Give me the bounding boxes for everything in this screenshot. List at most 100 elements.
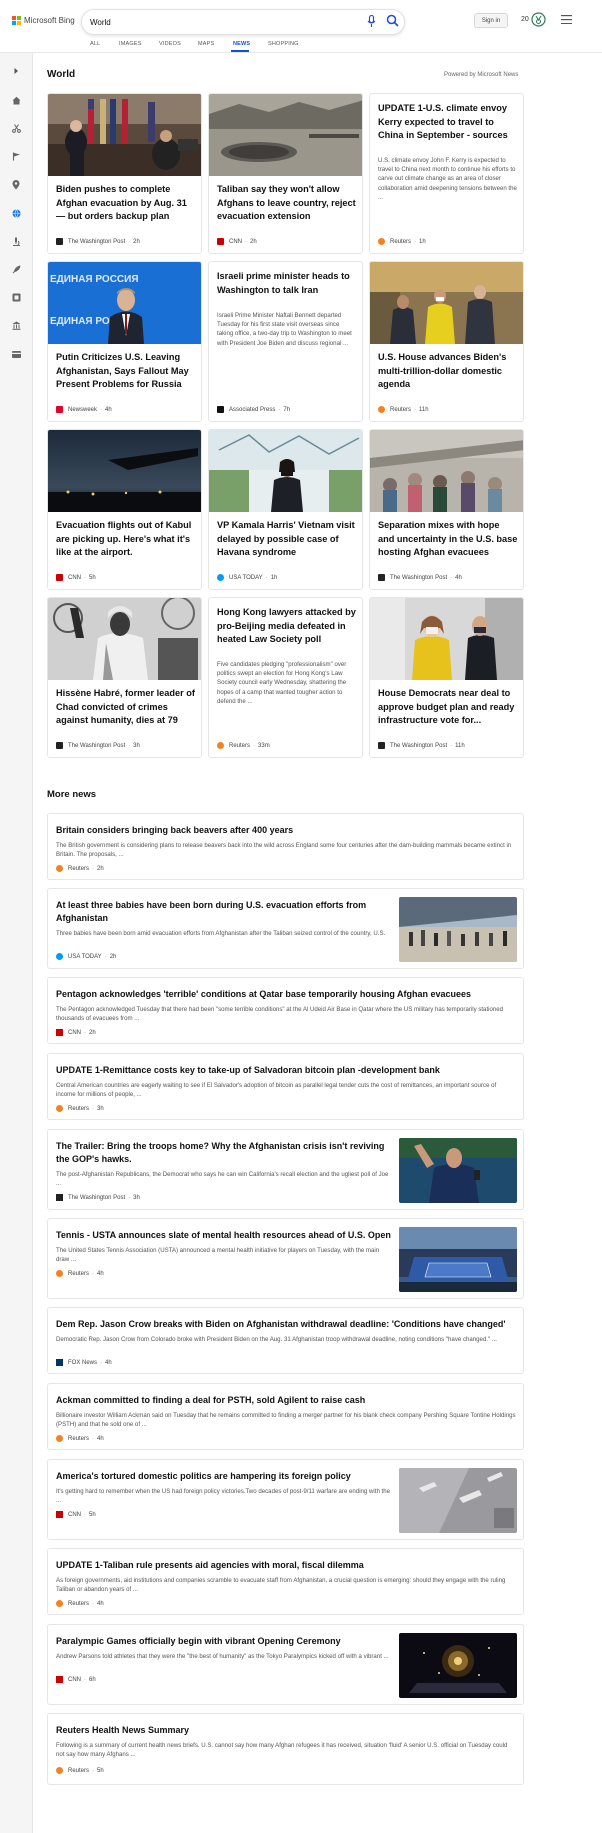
news-thumbnail[interactable] bbox=[399, 1468, 517, 1533]
news-title[interactable]: The Trailer: Bring the troops home? Why … bbox=[56, 1140, 391, 1166]
news-thumbnail[interactable] bbox=[399, 1633, 517, 1698]
news-list-item[interactable]: Tennis - USTA announces slate of mental … bbox=[47, 1218, 524, 1299]
news-source[interactable]: Reuters · 11h bbox=[378, 406, 429, 413]
news-title[interactable]: At least three babies have been born dur… bbox=[56, 899, 391, 925]
tab-maps[interactable]: MAPS bbox=[198, 41, 214, 47]
tab-shopping[interactable]: SHOPPING bbox=[268, 41, 299, 47]
news-title[interactable]: Ackman committed to finding a deal for P… bbox=[56, 1394, 516, 1407]
news-source[interactable]: CNN · 2h bbox=[56, 1029, 96, 1036]
news-title[interactable]: UPDATE 1-Taliban rule presents aid agenc… bbox=[56, 1559, 516, 1572]
search-icon[interactable] bbox=[386, 14, 399, 27]
news-card[interactable]: ЕДИНАЯ РОССИЯ ЕДИНАЯ РОССИЯ Putin Critic… bbox=[47, 261, 202, 422]
chevron-right-icon[interactable] bbox=[10, 65, 22, 77]
location-pin-icon[interactable] bbox=[10, 179, 22, 191]
news-source[interactable]: Associated Press · 7h bbox=[217, 406, 290, 413]
news-list-item[interactable]: UPDATE 1-Remittance costs key to take-up… bbox=[47, 1053, 524, 1120]
news-source[interactable]: The Washington Post · 4h bbox=[378, 574, 462, 581]
search-box[interactable] bbox=[81, 9, 405, 35]
news-source[interactable]: Reuters · 2h bbox=[56, 865, 104, 872]
news-source[interactable]: The Washington Post · 11h bbox=[378, 742, 465, 749]
news-title[interactable]: Biden pushes to complete Afghan evacuati… bbox=[56, 183, 196, 224]
tab-all[interactable]: ALL bbox=[90, 41, 100, 47]
news-card[interactable]: Separation mixes with hope and uncertain… bbox=[369, 429, 524, 590]
news-title[interactable]: Separation mixes with hope and uncertain… bbox=[378, 519, 518, 560]
home-icon[interactable] bbox=[10, 94, 22, 106]
news-source[interactable]: Reuters · 1h bbox=[378, 238, 426, 245]
bing-logo[interactable]: Microsoft Bing bbox=[12, 16, 75, 25]
news-title[interactable]: Reuters Health News Summary bbox=[56, 1724, 516, 1737]
news-source[interactable]: Reuters · 4h bbox=[56, 1435, 104, 1442]
bank-icon[interactable] bbox=[10, 319, 22, 331]
news-source[interactable]: USA TODAY · 2h bbox=[56, 953, 116, 960]
tab-images[interactable]: IMAGES bbox=[119, 41, 142, 47]
news-card[interactable]: Hong Kong lawyers attacked by pro-Beijin… bbox=[208, 597, 363, 758]
news-source[interactable]: Reuters · 3h bbox=[56, 1105, 104, 1112]
news-card[interactable]: Evacuation flights out of Kabul are pick… bbox=[47, 429, 202, 590]
news-list-item[interactable]: Pentagon acknowledges 'terrible' conditi… bbox=[47, 977, 524, 1044]
news-card[interactable]: VP Kamala Harris' Vietnam visit delayed … bbox=[208, 429, 363, 590]
microscope-icon[interactable] bbox=[10, 235, 22, 247]
microphone-icon[interactable] bbox=[367, 15, 376, 28]
news-list-item[interactable]: Dem Rep. Jason Crow breaks with Biden on… bbox=[47, 1307, 524, 1374]
tab-videos[interactable]: VIDEOS bbox=[159, 41, 181, 47]
news-list-item[interactable]: Paralympic Games officially begin with v… bbox=[47, 1624, 524, 1705]
news-thumbnail[interactable] bbox=[399, 1227, 517, 1292]
news-card[interactable]: Israeli prime minister heads to Washingt… bbox=[208, 261, 363, 422]
news-source[interactable]: The Washington Post · 3h bbox=[56, 1194, 140, 1201]
section-title[interactable]: World bbox=[47, 69, 75, 80]
news-source[interactable]: CNN · 2h bbox=[217, 238, 257, 245]
hamburger-menu-icon[interactable] bbox=[561, 15, 572, 24]
news-title[interactable]: VP Kamala Harris' Vietnam visit delayed … bbox=[217, 519, 357, 560]
news-card[interactable]: U.S. House advances Biden's multi-trilli… bbox=[369, 261, 524, 422]
news-card[interactable]: House Democrats near deal to approve bud… bbox=[369, 597, 524, 758]
news-list-item[interactable]: Britain considers bringing back beavers … bbox=[47, 813, 524, 880]
news-list-item[interactable]: At least three babies have been born dur… bbox=[47, 888, 524, 969]
news-source[interactable]: USA TODAY · 1h bbox=[217, 574, 277, 581]
globe-icon[interactable] bbox=[10, 207, 22, 219]
film-icon[interactable] bbox=[10, 291, 22, 303]
news-title[interactable]: Israeli prime minister heads to Washingt… bbox=[217, 270, 357, 297]
credit-card-icon[interactable] bbox=[10, 348, 22, 360]
news-list-item[interactable]: Ackman committed to finding a deal for P… bbox=[47, 1383, 524, 1450]
rewards-medal-icon[interactable] bbox=[531, 12, 546, 27]
news-source[interactable]: CNN · 6h bbox=[56, 1676, 96, 1683]
news-source[interactable]: CNN · 5h bbox=[56, 574, 96, 581]
news-title[interactable]: Paralympic Games officially begin with v… bbox=[56, 1635, 391, 1648]
news-source[interactable]: Reuters · 4h bbox=[56, 1600, 104, 1607]
news-source[interactable]: FOX News · 4h bbox=[56, 1359, 112, 1366]
news-list-item[interactable]: UPDATE 1-Taliban rule presents aid agenc… bbox=[47, 1548, 524, 1615]
news-title[interactable]: UPDATE 1-Remittance costs key to take-up… bbox=[56, 1064, 516, 1077]
news-card[interactable]: Hissène Habré, former leader of Chad con… bbox=[47, 597, 202, 758]
news-title[interactable]: Hissène Habré, former leader of Chad con… bbox=[56, 687, 196, 728]
sign-in-button[interactable]: Sign in bbox=[474, 13, 508, 28]
news-card[interactable]: Taliban say they won't allow Afghans to … bbox=[208, 93, 363, 254]
news-title[interactable]: Evacuation flights out of Kabul are pick… bbox=[56, 519, 196, 560]
news-title[interactable]: Dem Rep. Jason Crow breaks with Biden on… bbox=[56, 1318, 516, 1331]
news-source[interactable]: CNN · 5h bbox=[56, 1511, 96, 1518]
news-source[interactable]: The Washington Post · 2h bbox=[56, 238, 140, 245]
news-card[interactable]: UPDATE 1-U.S. climate envoy Kerry expect… bbox=[369, 93, 524, 254]
news-source[interactable]: Reuters · 33m bbox=[217, 742, 270, 749]
news-title[interactable]: UPDATE 1-U.S. climate envoy Kerry expect… bbox=[378, 102, 518, 143]
news-title[interactable]: Pentagon acknowledges 'terrible' conditi… bbox=[56, 988, 516, 1001]
news-source[interactable]: Newsweek · 4h bbox=[56, 406, 112, 413]
news-card[interactable]: Biden pushes to complete Afghan evacuati… bbox=[47, 93, 202, 254]
news-list-item[interactable]: America's tortured domestic politics are… bbox=[47, 1459, 524, 1540]
rocket-icon[interactable] bbox=[10, 263, 22, 275]
news-source[interactable]: The Washington Post · 3h bbox=[56, 742, 140, 749]
news-title[interactable]: Putin Criticizes U.S. Leaving Afghanista… bbox=[56, 351, 196, 392]
news-list-item[interactable]: Reuters Health News Summary Following is… bbox=[47, 1713, 524, 1785]
news-title[interactable]: Tennis - USTA announces slate of mental … bbox=[56, 1229, 391, 1242]
news-title[interactable]: America's tortured domestic politics are… bbox=[56, 1470, 391, 1483]
tab-news[interactable]: NEWS bbox=[233, 41, 250, 47]
news-title[interactable]: Taliban say they won't allow Afghans to … bbox=[217, 183, 357, 224]
scissors-icon[interactable] bbox=[10, 122, 22, 134]
rewards-points[interactable]: 20 bbox=[521, 16, 529, 23]
news-source[interactable]: Reuters · 5h bbox=[56, 1767, 104, 1774]
news-title[interactable]: Britain considers bringing back beavers … bbox=[56, 824, 516, 837]
news-title[interactable]: U.S. House advances Biden's multi-trilli… bbox=[378, 351, 518, 392]
news-source[interactable]: Reuters · 4h bbox=[56, 1270, 104, 1277]
news-title[interactable]: House Democrats near deal to approve bud… bbox=[378, 687, 518, 728]
news-thumbnail[interactable] bbox=[399, 1138, 517, 1203]
flag-icon[interactable] bbox=[10, 150, 22, 162]
